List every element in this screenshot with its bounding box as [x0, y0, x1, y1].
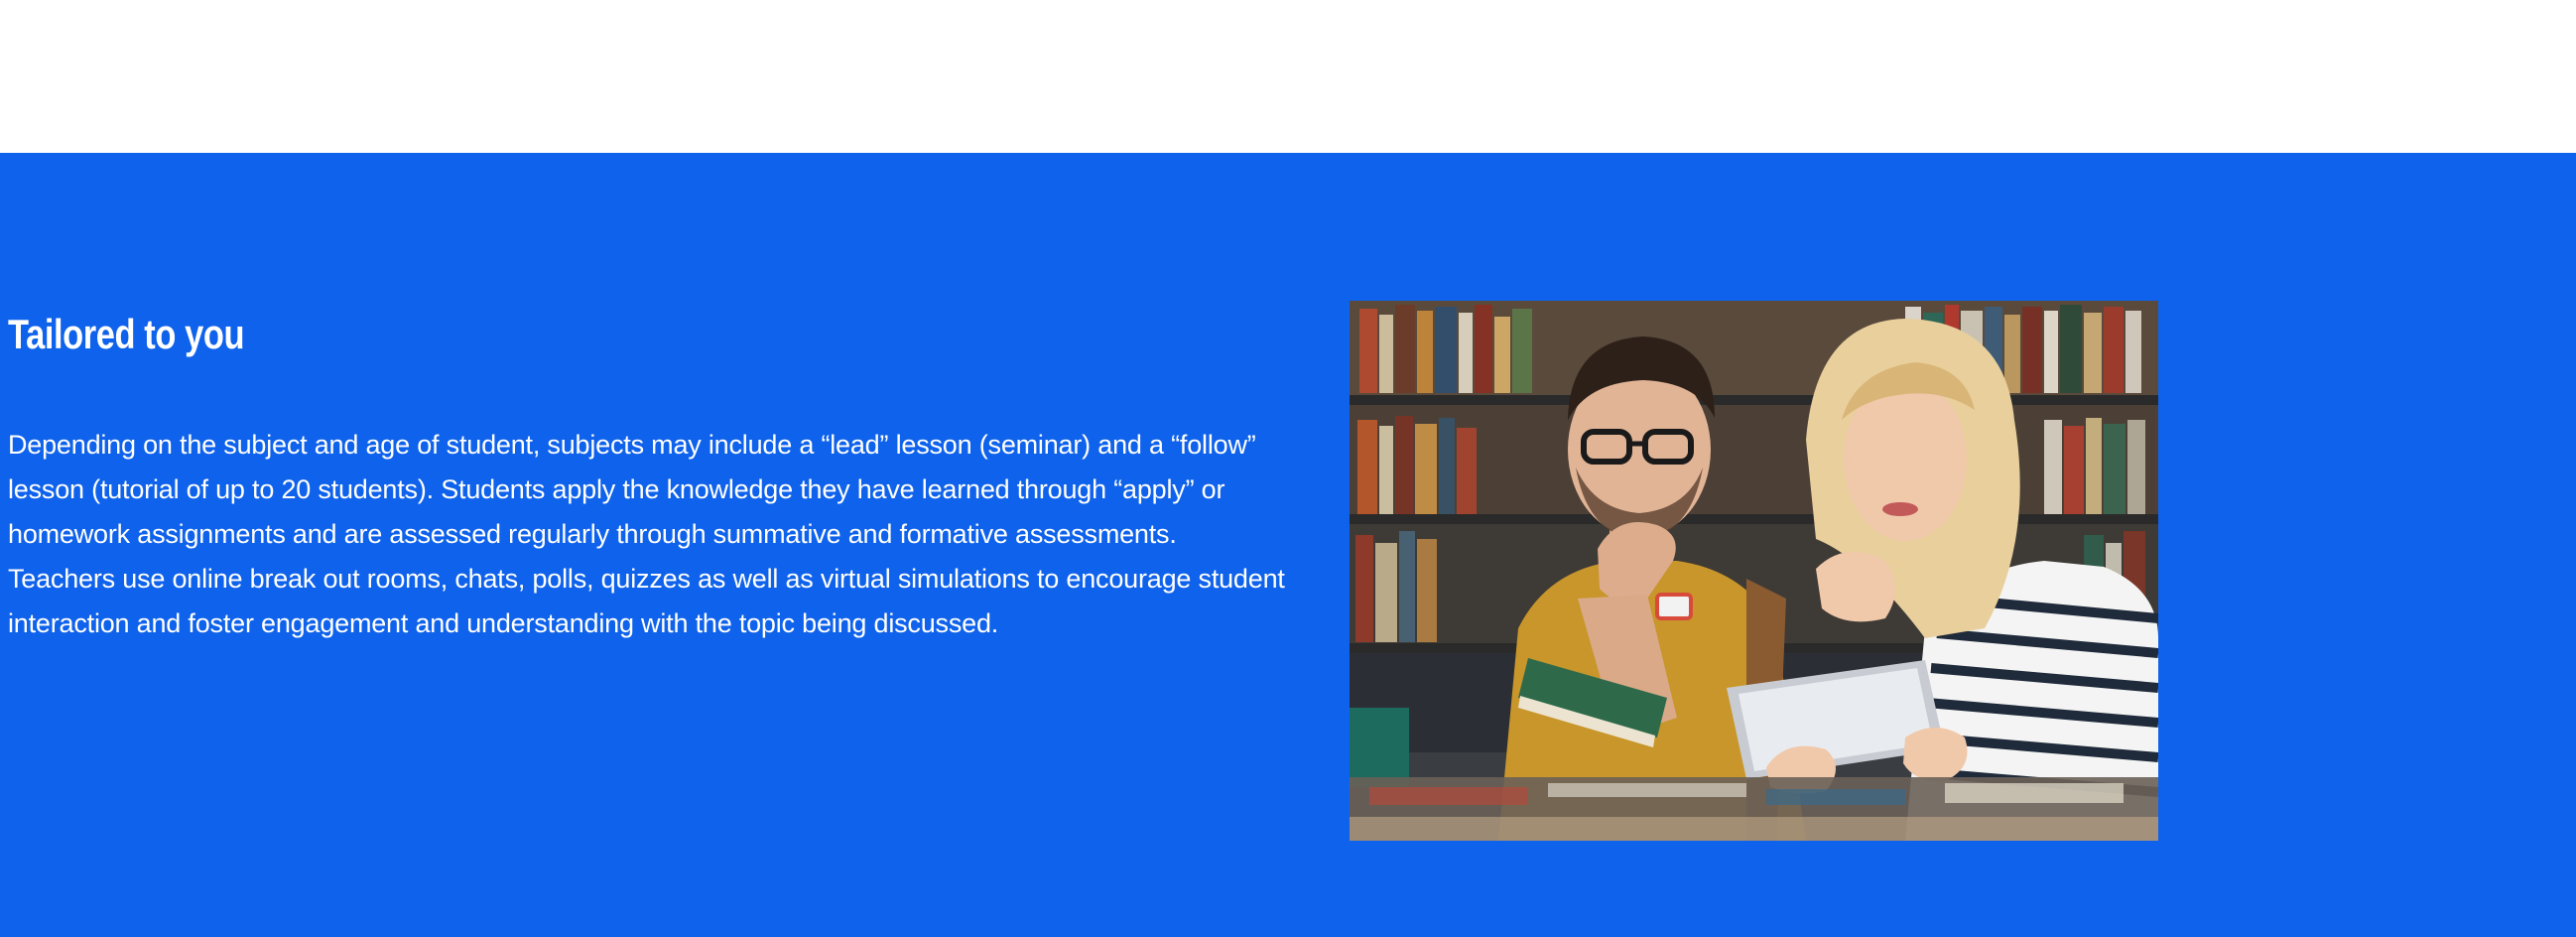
students-photo	[1350, 301, 2158, 841]
tailored-section: Tailored to you Depending on the subject…	[0, 153, 2576, 937]
top-white-band	[0, 0, 2576, 153]
section-description: Depending on the subject and age of stud…	[8, 430, 1285, 638]
section-heading: Tailored to you	[8, 311, 245, 357]
students-photo-illustration	[1350, 301, 2158, 841]
